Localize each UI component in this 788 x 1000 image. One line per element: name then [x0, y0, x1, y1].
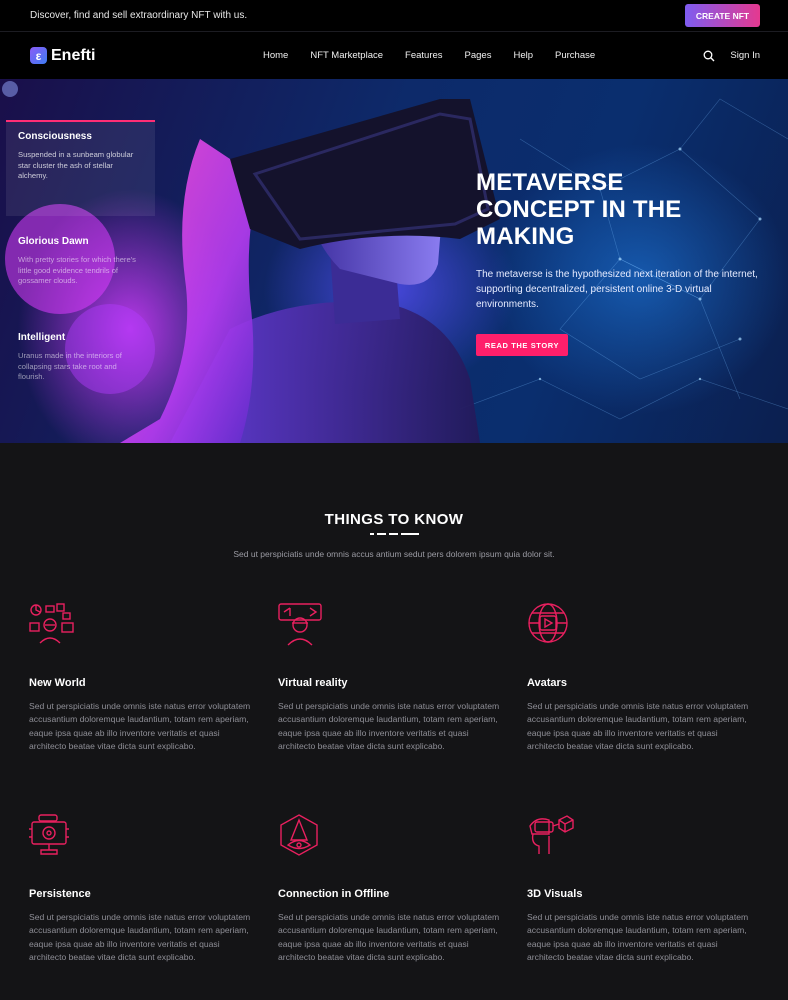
things-to-know-section: THINGS TO KNOW Sed ut perspiciatis unde … — [0, 443, 788, 1000]
cube-eye-icon — [280, 814, 318, 856]
feature-title: 3D Visuals — [527, 888, 583, 900]
feature-desc: Sed ut perspiciatis unde omnis iste natu… — [278, 701, 500, 752]
hero-card-desc: Uranus made in the interiors of collapsi… — [18, 351, 122, 381]
hero-card-title: Intelligent — [18, 332, 66, 343]
feature-title: New World — [29, 677, 86, 689]
nav-item-nft-marketplace[interactable]: NFT Marketplace — [299, 50, 394, 61]
hero-banner: Consciousness Suspended in a sunbeam glo… — [0, 79, 788, 443]
vr-cube-icon — [529, 815, 574, 854]
sign-in-link[interactable]: Sign In — [730, 50, 760, 61]
feature-virtual-reality: Virtual reality Sed ut perspiciatis unde… — [278, 603, 506, 754]
hero-card-title: Consciousness — [18, 131, 92, 142]
feature-title: Virtual reality — [278, 677, 348, 689]
hero-card-consciousness[interactable]: Consciousness Suspended in a sunbeam glo… — [6, 120, 155, 216]
read-the-story-button[interactable]: READ THE STORY — [476, 334, 568, 356]
hero-title: METAVERSE CONCEPT IN THE MAKING — [476, 169, 766, 250]
feature-desc: Sed ut perspiciatis unde omnis iste natu… — [527, 701, 749, 752]
feature-desc: Sed ut perspiciatis unde omnis iste natu… — [29, 701, 251, 752]
feature-title: Connection in Offline — [278, 888, 390, 900]
nav-item-features[interactable]: Features — [394, 50, 454, 61]
hero-feature-cards: Consciousness Suspended in a sunbeam glo… — [6, 120, 155, 408]
monitor-robot-icon — [29, 814, 69, 855]
logo-text: Enefti — [51, 46, 96, 64]
feature-desc: Sed ut perspiciatis unde omnis iste natu… — [527, 912, 749, 963]
hero-title-line: MAKING — [476, 223, 575, 250]
vr-headset-icon — [278, 603, 322, 646]
tagline: Discover, find and sell extraordinary NF… — [30, 10, 248, 21]
hero-card-intelligent[interactable]: Intelligent Uranus made in the interiors… — [6, 312, 155, 408]
feature-persistence: Persistence Sed ut perspiciatis unde omn… — [29, 814, 257, 965]
hero-subtitle: The metaverse is the hypothesized next i… — [476, 269, 758, 310]
section-divider — [370, 533, 419, 535]
hero-content: METAVERSE CONCEPT IN THE MAKING The meta… — [476, 169, 766, 356]
feature-title: Persistence — [29, 888, 91, 900]
globe-play-icon — [528, 603, 568, 643]
feature-avatars: Avatars Sed ut perspiciatis unde omnis i… — [527, 603, 755, 754]
hero-card-desc: Suspended in a sunbeam globular star clu… — [18, 150, 134, 180]
nav-item-purchase[interactable]: Purchase — [544, 50, 606, 61]
hero-card-glorious-dawn[interactable]: Glorious Dawn With pretty stories for wh… — [6, 216, 155, 312]
nav-item-help[interactable]: Help — [502, 50, 544, 61]
feature-3d-visuals: 3D Visuals Sed ut perspiciatis unde omni… — [527, 814, 755, 965]
nav-item-home[interactable]: Home — [252, 50, 299, 61]
section-subtitle: Sed ut perspiciatis unde omnis accus ant… — [233, 549, 555, 559]
feature-desc: Sed ut perspiciatis unde omnis iste natu… — [278, 912, 500, 963]
logo-badge-icon: ε — [30, 47, 47, 64]
main-navbar: ε Enefti Home NFT Marketplace Features P… — [0, 32, 788, 79]
search-icon[interactable] — [702, 49, 716, 63]
hero-title-line: CONCEPT IN THE — [476, 196, 682, 223]
create-nft-button[interactable]: CREATE NFT — [685, 4, 760, 27]
nav-menu: Home NFT Marketplace Features Pages Help… — [252, 50, 606, 61]
section-title: THINGS TO KNOW — [324, 511, 464, 528]
hero-title-line: METAVERSE — [476, 169, 624, 196]
feature-title: Avatars — [527, 677, 567, 689]
hero-card-title: Glorious Dawn — [18, 236, 89, 247]
top-bar: Discover, find and sell extraordinary NF… — [0, 0, 788, 32]
new-world-icon — [29, 603, 74, 644]
feature-desc: Sed ut perspiciatis unde omnis iste natu… — [29, 912, 251, 963]
logo[interactable]: ε Enefti — [30, 47, 230, 65]
nav-item-pages[interactable]: Pages — [454, 50, 503, 61]
feature-new-world: New World Sed ut perspiciatis unde omnis… — [29, 603, 257, 754]
feature-connection-offline: Connection in Offline Sed ut perspiciati… — [278, 814, 506, 965]
hero-card-desc: With pretty stories for which there's li… — [18, 255, 136, 285]
